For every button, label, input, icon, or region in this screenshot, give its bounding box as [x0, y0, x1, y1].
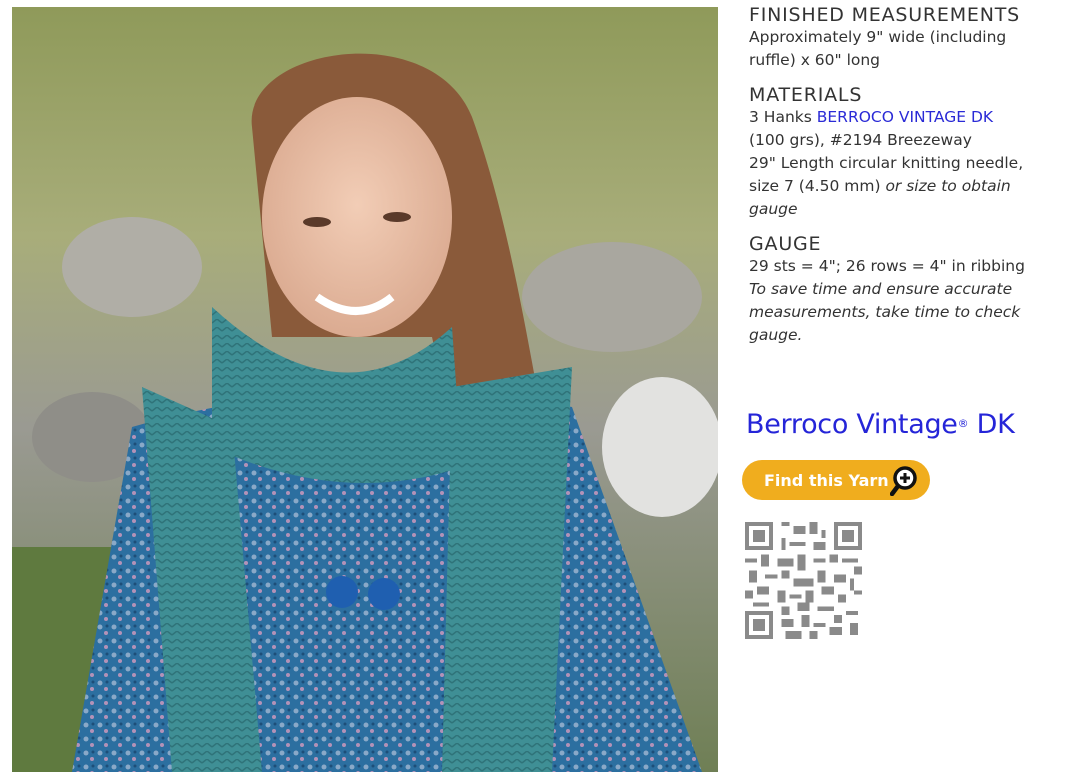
find-yarn-button[interactable]: Find this Yarn	[742, 460, 930, 500]
registered-mark: ®	[957, 417, 969, 430]
find-yarn-label: Find this Yarn	[764, 470, 889, 490]
gauge-line-3: measurements, take time to check	[749, 303, 1021, 321]
finished-line-1: Approximately 9" wide (including	[749, 28, 1007, 46]
materials-line-2: (100 grs), #2194 Breezeway	[749, 131, 972, 149]
materials-line-1: 3 Hanks BERROCO VINTAGE DK	[749, 106, 1049, 129]
materials-line-5: gauge	[749, 200, 798, 218]
materials-line-4a: size 7 (4.50 mm)	[749, 177, 886, 195]
materials-line-1-prefix: 3 Hanks	[749, 108, 817, 126]
gauge-section: GAUGE 29 sts = 4"; 26 rows = 4" in ribbi…	[749, 233, 1049, 347]
gauge-heading: GAUGE	[749, 233, 822, 255]
brand-suffix: DK	[968, 409, 1015, 440]
magnifier-plus-icon	[890, 466, 917, 496]
finished-measurements-heading: FINISHED MEASUREMENTS	[749, 4, 1021, 26]
brand-name: Berroco Vintage	[746, 409, 958, 440]
gauge-line-2: To save time and ensure accurate	[749, 280, 1013, 298]
finished-measurements-section: FINISHED MEASUREMENTS Approximately 9" w…	[749, 4, 1049, 72]
materials-line-4b: or size to obtain	[885, 177, 1011, 195]
gauge-line-1: 29 sts = 4"; 26 rows = 4" in ribbing	[749, 257, 1025, 275]
qr-code[interactable]	[745, 522, 862, 639]
pattern-details: FINISHED MEASUREMENTS Approximately 9" w…	[749, 4, 1049, 359]
materials-heading: MATERIALS	[749, 84, 863, 106]
pattern-photo	[12, 7, 718, 772]
gauge-line-4: gauge.	[749, 326, 803, 344]
materials-section: MATERIALS 3 Hanks BERROCO VINTAGE DK (10…	[749, 84, 1049, 221]
materials-line-3: 29" Length circular knitting needle,	[749, 154, 1024, 172]
yarn-link[interactable]: BERROCO VINTAGE DK	[817, 108, 993, 126]
yarn-brand-title[interactable]: Berroco Vintage® DK	[746, 409, 1015, 440]
materials-line-4: size 7 (4.50 mm) or size to obtain	[749, 175, 1049, 198]
finished-line-2: ruffle) x 60" long	[749, 51, 881, 69]
